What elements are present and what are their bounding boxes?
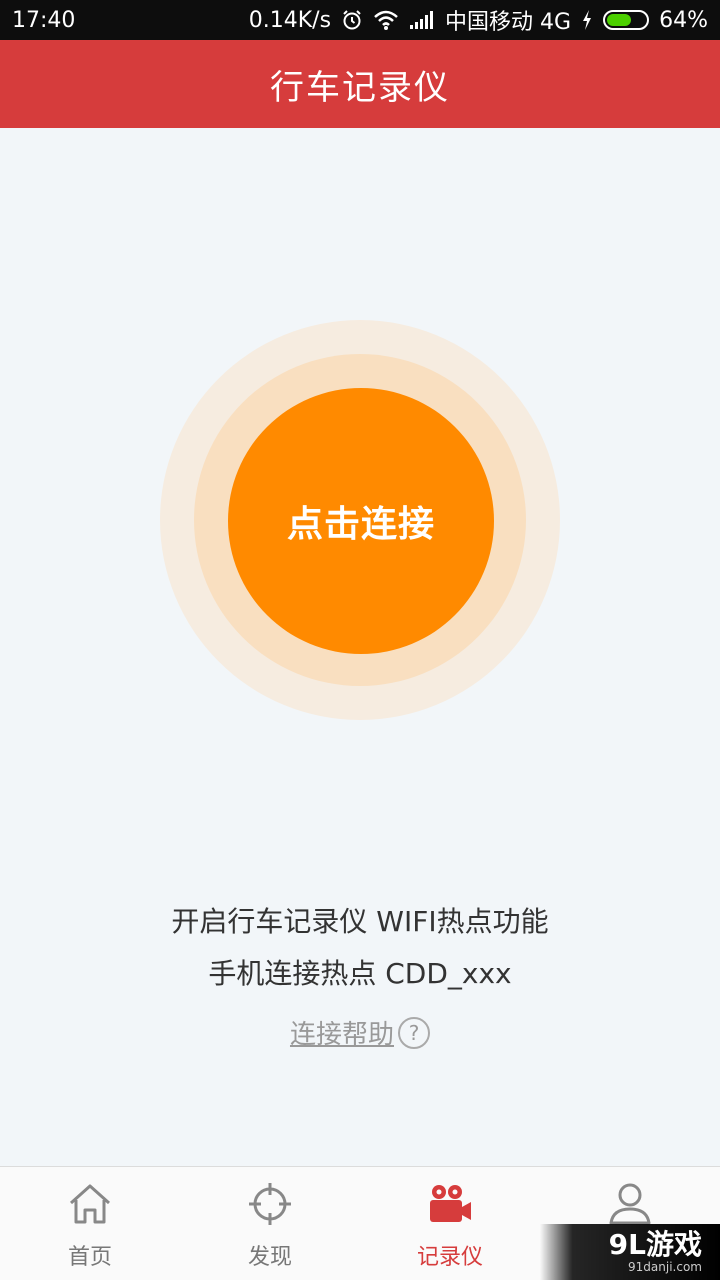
network-speed: 0.14K/s: [248, 7, 332, 33]
connect-button[interactable]: 点击连接: [228, 388, 494, 654]
tab-recorder[interactable]: 记录仪: [360, 1167, 540, 1280]
watermark: 9L游戏 91danji.com: [540, 1224, 720, 1280]
tab-discover[interactable]: 发现: [180, 1167, 360, 1280]
main-content: 点击连接 开启行车记录仪 WIFI热点功能 手机连接热点 CDD_xxx 连接帮…: [0, 128, 720, 1166]
alarm-icon: [341, 9, 363, 31]
charging-icon: [581, 9, 593, 31]
instruction-connect-hotspot: 手机连接热点 CDD_xxx: [208, 957, 512, 990]
connect-help-link[interactable]: 连接帮助: [290, 1014, 394, 1051]
page-title: 行车记录仪: [270, 67, 450, 108]
tab-home[interactable]: 首页: [0, 1167, 180, 1280]
signal-icon: [409, 10, 435, 30]
wifi-icon: [373, 9, 399, 31]
video-camera-icon: [425, 1179, 475, 1229]
battery-percent: 64%: [659, 7, 708, 33]
status-indicators: 0.14K/s 中国移动 4G 64%: [249, 4, 708, 36]
battery-icon: [603, 10, 650, 30]
user-icon: [605, 1179, 655, 1229]
battery-level-fill: [607, 14, 632, 26]
carrier-label: 中国移动 4G: [445, 10, 572, 35]
watermark-site: 91danji.com: [628, 1260, 702, 1274]
connect-button-label: 点击连接: [286, 503, 435, 544]
help-row: 连接帮助 ?: [0, 1014, 720, 1051]
tab-discover-label: 发现: [247, 1245, 292, 1270]
title-bar: 行车记录仪: [0, 40, 720, 128]
status-time: 17:40: [12, 7, 76, 33]
crosshair-icon: [245, 1179, 295, 1229]
tab-recorder-label: 记录仪: [416, 1245, 483, 1270]
home-icon: [65, 1179, 115, 1229]
instruction-enable-wifi: 开启行车记录仪 WIFI热点功能: [171, 905, 549, 938]
watermark-logo-text: 9L游戏: [608, 1228, 702, 1261]
question-icon[interactable]: ?: [398, 1016, 430, 1049]
status-bar: 17:40 0.14K/s 中国移动 4G 64%: [0, 0, 720, 40]
tab-home-label: 首页: [67, 1245, 112, 1270]
